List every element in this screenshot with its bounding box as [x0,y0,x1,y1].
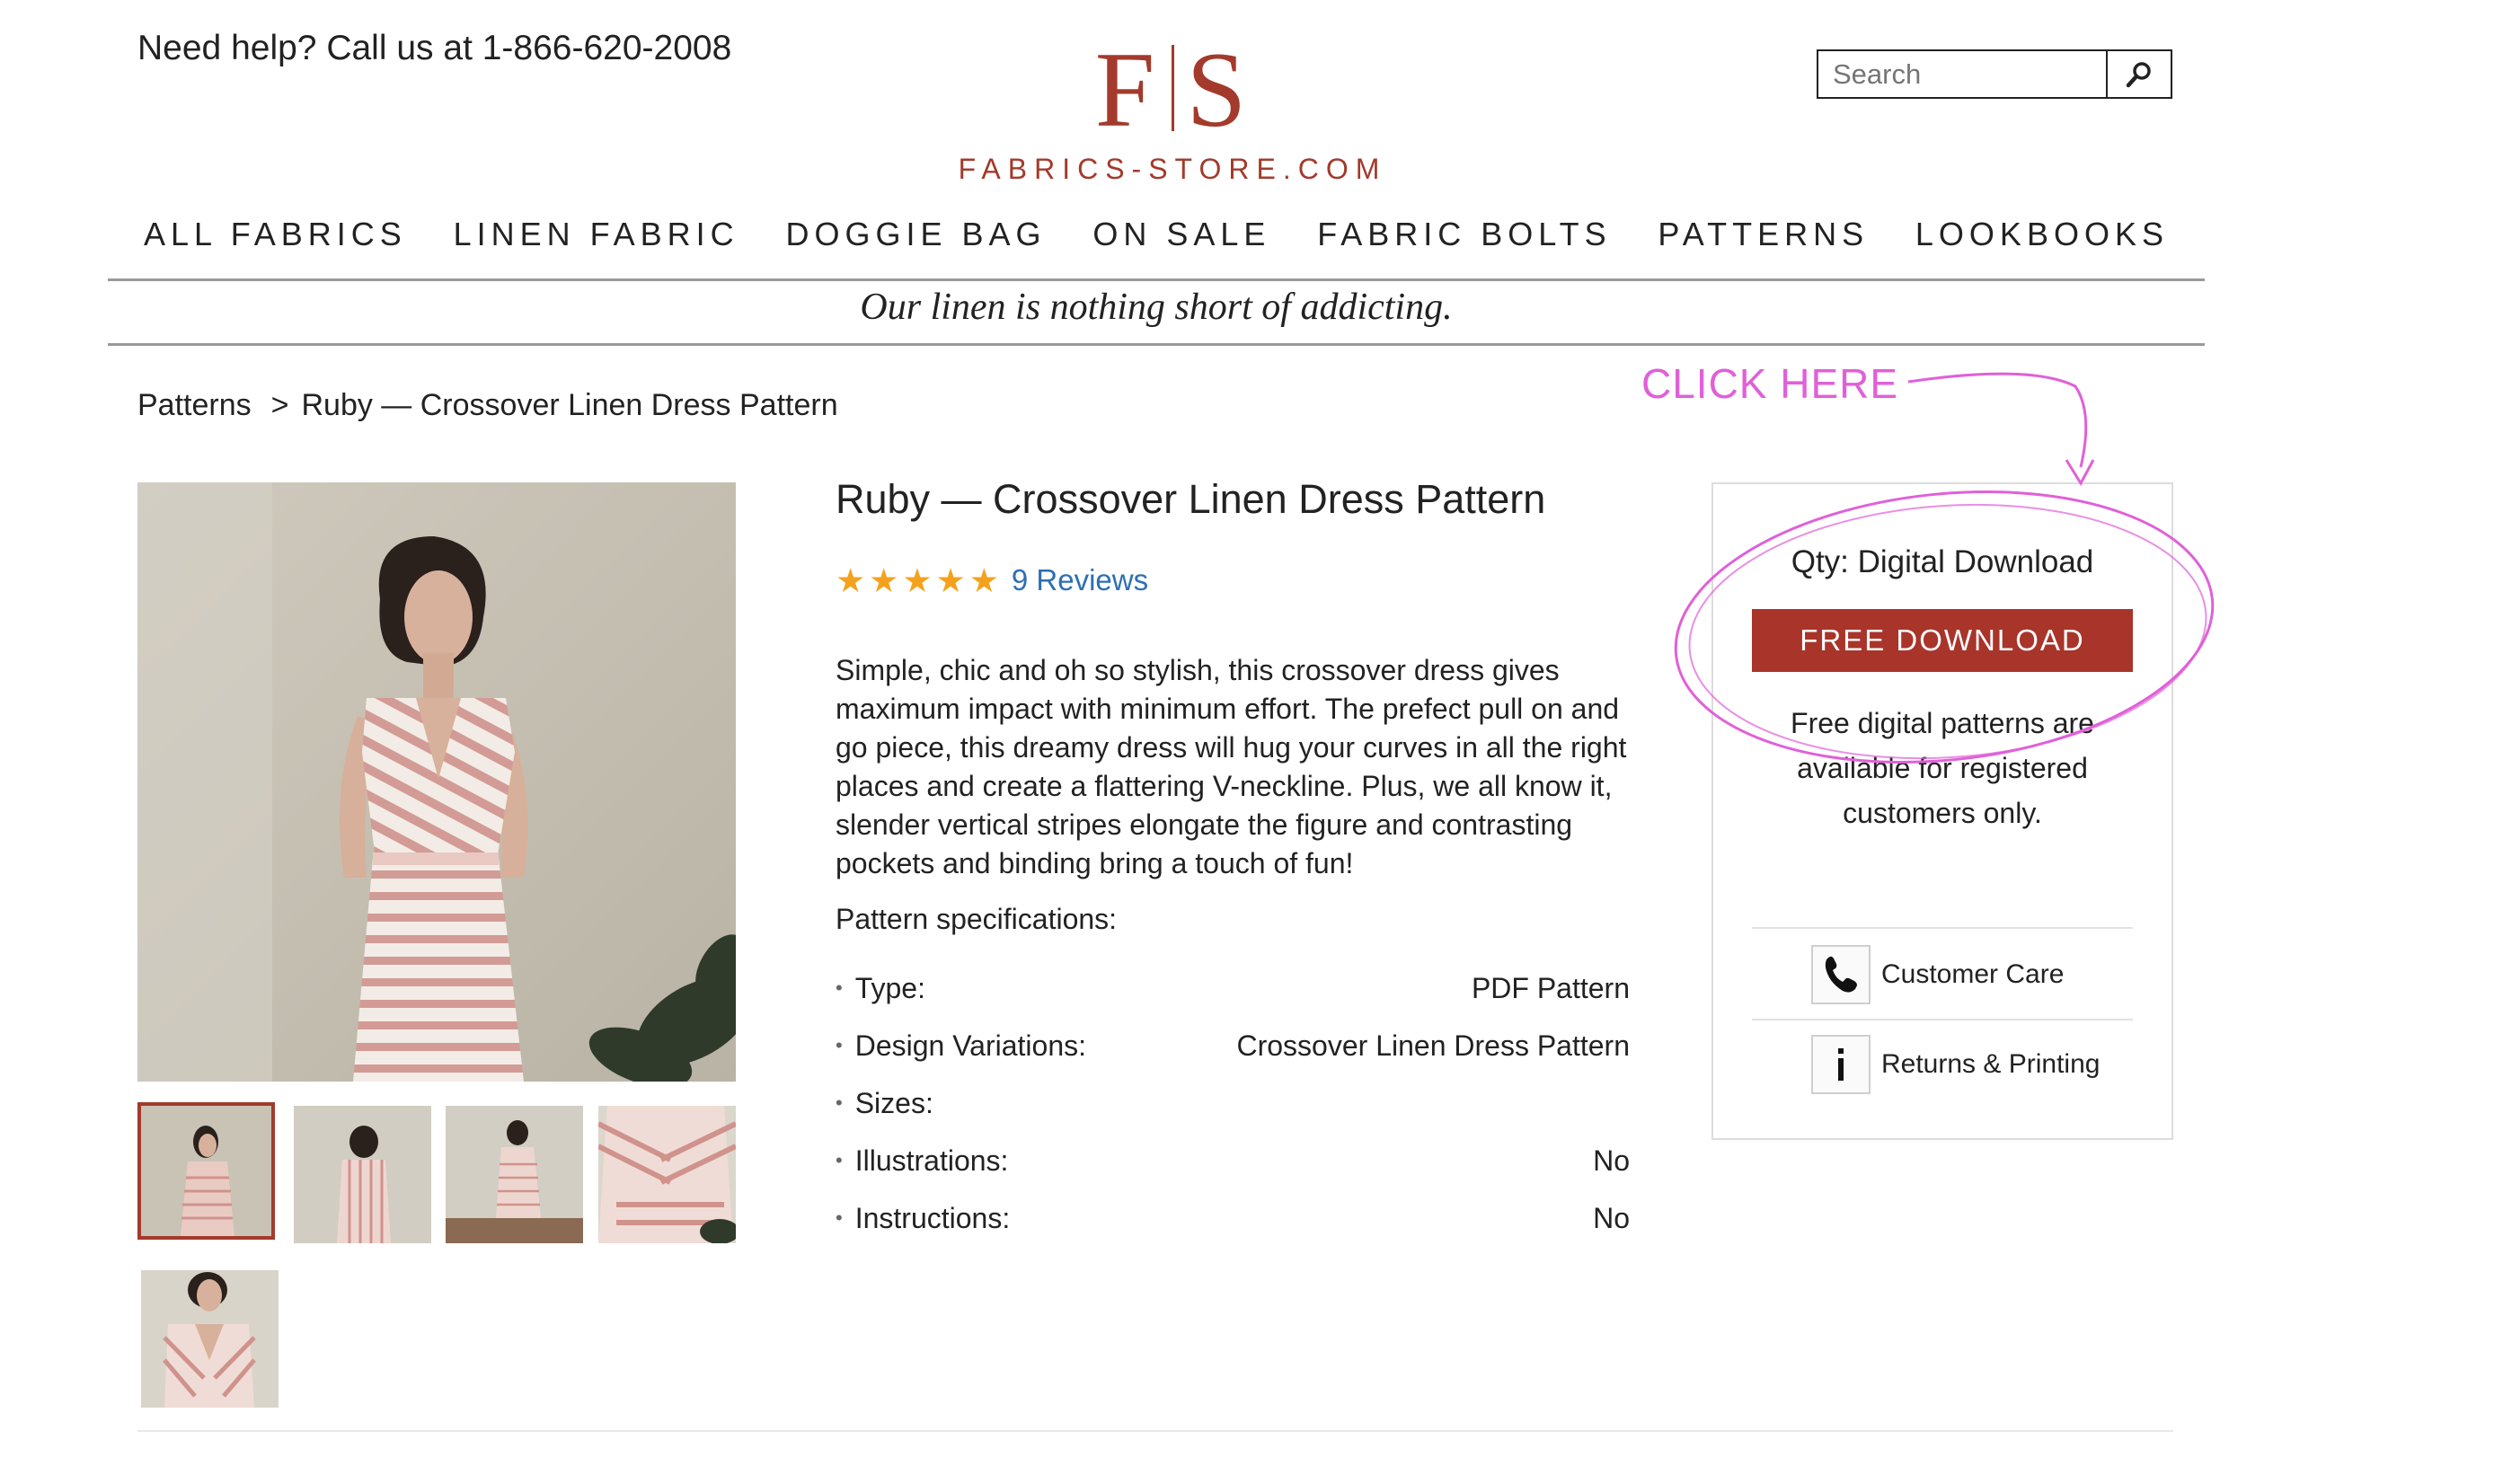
spec-list: Type: PDF Pattern Design Variations: Cro… [836,972,1630,1259]
info-icon [1811,1035,1871,1094]
spec-key: Instructions: [836,1202,1011,1235]
spec-row: Sizes: [836,1087,1630,1144]
star-icon: ★ [836,561,866,599]
breadcrumb-patterns[interactable]: Patterns [137,388,252,422]
search-button[interactable] [2106,51,2171,97]
panel-divider [1752,927,2133,929]
logo-wordmark: FABRICS-STORE.COM [958,153,1387,185]
star-icon: ★ [968,561,999,599]
product-title: Ruby — Crossover Linen Dress Pattern [836,476,1546,522]
thumbnail-2[interactable] [294,1106,431,1243]
star-icon: ★ [935,561,966,599]
spec-key: Design Variations: [836,1029,1086,1063]
spec-row: Illustrations: No [836,1144,1630,1202]
thumbnail-3[interactable] [446,1106,583,1243]
nav-divider-bottom [108,343,2205,346]
nav-item-on-sale[interactable]: ON SALE [1092,216,1270,253]
returns-printing-label: Returns & Printing [1881,1049,2101,1079]
nav-item-doggie-bag[interactable]: DOGGIE BAG [785,216,1046,253]
nav-item-lookbooks[interactable]: LOOKBOOKS [1915,216,2169,253]
spec-row: Type: PDF Pattern [836,972,1630,1029]
nav-item-linen-fabric[interactable]: LINEN FABRIC [454,216,739,253]
spec-value: Crossover Linen Dress Pattern [1236,1029,1630,1062]
reviews-link[interactable]: 9 Reviews [1012,563,1148,597]
footer-divider [137,1430,2173,1432]
product-main-image[interactable] [137,482,736,1082]
spec-key: Type: [836,972,925,1005]
nav-divider-top [108,278,2205,281]
spec-row: Design Variations: Crossover Linen Dress… [836,1029,1630,1087]
registration-note: Free digital patterns are available for … [1791,707,2094,829]
customer-care-link[interactable]: Customer Care [1811,945,2064,1004]
free-download-button[interactable]: FREE DOWNLOAD [1752,609,2133,672]
nav-item-fabric-bolts[interactable]: FABRIC BOLTS [1317,216,1611,253]
click-here-callout: CLICK HERE [1641,360,1899,407]
returns-printing-link[interactable]: Returns & Printing [1811,1035,2100,1094]
customer-care-label: Customer Care [1881,959,2065,989]
site-logo[interactable]: FS FABRICS-STORE.COM [934,36,1411,186]
qty-label: Qty: Digital Download [1791,544,2094,579]
breadcrumb-current: Ruby — Crossover Linen Dress Pattern [301,388,838,422]
search-input[interactable] [1818,51,2115,97]
product-rating: ★ ★ ★ ★ ★ 9 Reviews [836,563,1148,597]
breadcrumb-separator: > [270,388,289,422]
spec-heading: Pattern specifications: [836,903,1118,935]
spec-row: Instructions: No [836,1202,1630,1259]
star-icon: ★ [902,561,933,599]
spec-value: PDF Pattern [1471,972,1630,1004]
thumbnail-5[interactable] [141,1270,279,1408]
phone-icon [1811,945,1871,1004]
spec-key: Sizes: [836,1087,933,1120]
spec-key: Illustrations: [836,1144,1009,1178]
thumbnail-1[interactable] [137,1102,275,1240]
help-phone-text: Need help? Call us at 1-866-620-2008 [137,29,732,67]
search-box [1817,49,2172,99]
tagline: Our linen is nothing short of addicting. [860,287,1453,328]
panel-divider [1752,1019,2133,1020]
spec-value: No [1593,1144,1630,1177]
nav-item-patterns[interactable]: PATTERNS [1658,216,1869,253]
logo-monogram: FS [1094,30,1251,149]
thumbnail-4[interactable] [598,1106,736,1243]
search-icon [2126,61,2151,87]
star-icon: ★ [869,561,899,599]
product-description: Simple, chic and oh so stylish, this cro… [836,654,1627,879]
main-nav: ALL FABRICS LINEN FABRIC DOGGIE BAG ON S… [108,216,2205,253]
nav-item-all-fabrics[interactable]: ALL FABRICS [144,216,407,253]
spec-value: No [1593,1202,1630,1234]
breadcrumb: Patterns > Ruby — Crossover Linen Dress Pa… [137,388,838,423]
